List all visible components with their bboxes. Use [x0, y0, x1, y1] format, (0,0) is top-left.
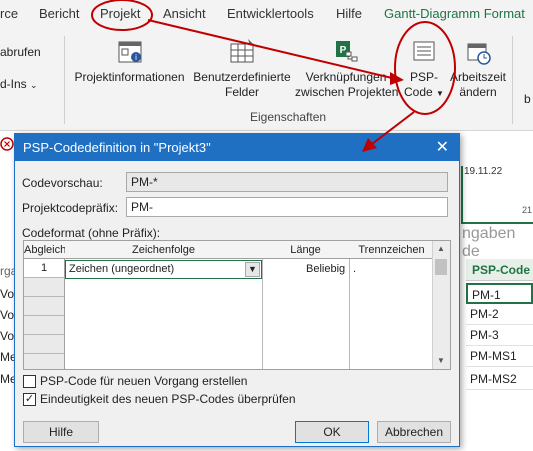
project-links-icon: P: [336, 41, 358, 62]
ok-button[interactable]: OK: [295, 421, 369, 443]
prefix-label: Projektcodepräfix:: [22, 201, 119, 215]
code-preview-label: Codevorschau:: [22, 176, 103, 190]
column-header-length: Länge: [262, 241, 350, 259]
sequence-combobox[interactable]: Zeichen (ungeordnet) ▼: [65, 260, 262, 279]
length-cell[interactable]: Beliebig: [306, 260, 345, 278]
scroll-down-icon[interactable]: ▼: [433, 353, 449, 369]
column-divider: [262, 259, 263, 369]
separator-cell[interactable]: .: [353, 260, 356, 278]
format-label: Codeformat (ohne Präfix):: [22, 226, 161, 240]
timescale-date-2: 21: [522, 205, 533, 215]
custom-fields-button[interactable]: Benutzerdefinierte Felder: [192, 38, 292, 100]
column-divider: [349, 259, 350, 369]
close-icon[interactable]: ✕: [436, 134, 449, 161]
dropdown-arrow-icon[interactable]: ▼: [245, 262, 260, 277]
unique-code-label[interactable]: Eindeutigkeit des neuen PSP-Codes überpr…: [40, 392, 296, 406]
svg-text:i: i: [135, 53, 137, 62]
row-header[interactable]: [24, 335, 65, 354]
new-task-code-label[interactable]: PSP-Code für neuen Vorgang erstellen: [40, 374, 247, 388]
dialog-title: PSP-Codedefinition in "Projekt3": [23, 140, 211, 155]
project-info-icon: i: [118, 41, 141, 63]
ribbon-cut-button[interactable]: b: [524, 92, 531, 106]
project-links-button[interactable]: P Verknüpfungen zwischen Projekten: [295, 38, 398, 100]
code-format-grid: Abgleich Zeichenfolge Länge Trennzeichen…: [23, 240, 451, 370]
help-button[interactable]: Hilfe: [23, 421, 99, 443]
gantt-border: [461, 166, 463, 224]
tab-gantt-format[interactable]: Gantt-Diagramm Format: [384, 6, 525, 21]
column-header-level: Abgleich: [24, 241, 66, 259]
timescale-date: 19.11.22: [464, 166, 503, 177]
column-header-separator: Trennzeichen: [349, 241, 435, 259]
working-time-button[interactable]: Arbeitszeit ändern: [448, 38, 508, 100]
new-task-code-checkbox[interactable]: [23, 375, 36, 388]
scroll-up-icon[interactable]: ▲: [433, 241, 449, 257]
wbs-cell[interactable]: PM-1: [466, 283, 533, 304]
wbs-cell[interactable]: PM-MS2: [466, 369, 533, 390]
code-preview-field: PM-*: [126, 172, 448, 192]
cancel-button[interactable]: Abbrechen: [377, 421, 451, 443]
row-header[interactable]: [24, 316, 65, 335]
ribbon-tab-bar: rce Bericht Projekt Ansicht Entwicklerto…: [0, 0, 533, 30]
row-level-cell[interactable]: 1: [24, 259, 65, 278]
get-addins-cut[interactable]: abrufen: [0, 45, 41, 59]
wbs-cell[interactable]: PM-MS1: [466, 346, 533, 367]
wbs-code-button[interactable]: PSP- Code ▼: [400, 38, 448, 101]
row-header[interactable]: [24, 278, 65, 297]
chevron-down-icon: ▼: [436, 89, 444, 98]
wbs-column-header[interactable]: PSP-Code: [466, 259, 533, 281]
group-label-properties: Eigenschaften: [250, 110, 327, 124]
calendar-icon: [467, 43, 491, 65]
wbs-cell[interactable]: PM-2: [466, 304, 533, 325]
warning-circle-icon: [0, 137, 14, 151]
tab-project[interactable]: Projekt: [100, 6, 140, 21]
dialog-titlebar[interactable]: PSP-Codedefinition in "Projekt3" ✕: [15, 134, 459, 161]
project-info-button[interactable]: i Projektinformationen: [72, 38, 187, 85]
tab-help[interactable]: Hilfe: [336, 6, 362, 21]
row-header[interactable]: [24, 297, 65, 316]
wbs-code-definition-dialog: PSP-Codedefinition in "Projekt3" ✕ Codev…: [14, 133, 460, 447]
gantt-border: [461, 222, 533, 224]
group-separator: [64, 36, 65, 124]
column-header-sequence: Zeichenfolge: [65, 241, 263, 259]
tab-resource[interactable]: rce: [0, 6, 18, 21]
row-header[interactable]: [24, 354, 65, 369]
prefix-input[interactable]: PM-: [126, 197, 448, 217]
wbs-code-icon: [413, 41, 435, 61]
tab-developer[interactable]: Entwicklertools: [227, 6, 314, 21]
group-separator: [512, 36, 513, 124]
custom-fields-icon: [230, 39, 254, 63]
column-header-cut: ngaben de: [462, 225, 516, 260]
scroll-thumb[interactable]: [435, 259, 447, 275]
wbs-cell[interactable]: PM-3: [466, 325, 533, 346]
ribbon: abrufen d-Ins ⌄ i Projektinformationen B…: [0, 30, 533, 131]
addins-cut[interactable]: d-Ins ⌄: [0, 77, 38, 91]
tab-view[interactable]: Ansicht: [163, 6, 206, 21]
tab-report[interactable]: Bericht: [39, 6, 79, 21]
unique-code-checkbox[interactable]: ✓: [23, 393, 36, 406]
grid-scrollbar[interactable]: ▲ ▼: [432, 241, 450, 369]
